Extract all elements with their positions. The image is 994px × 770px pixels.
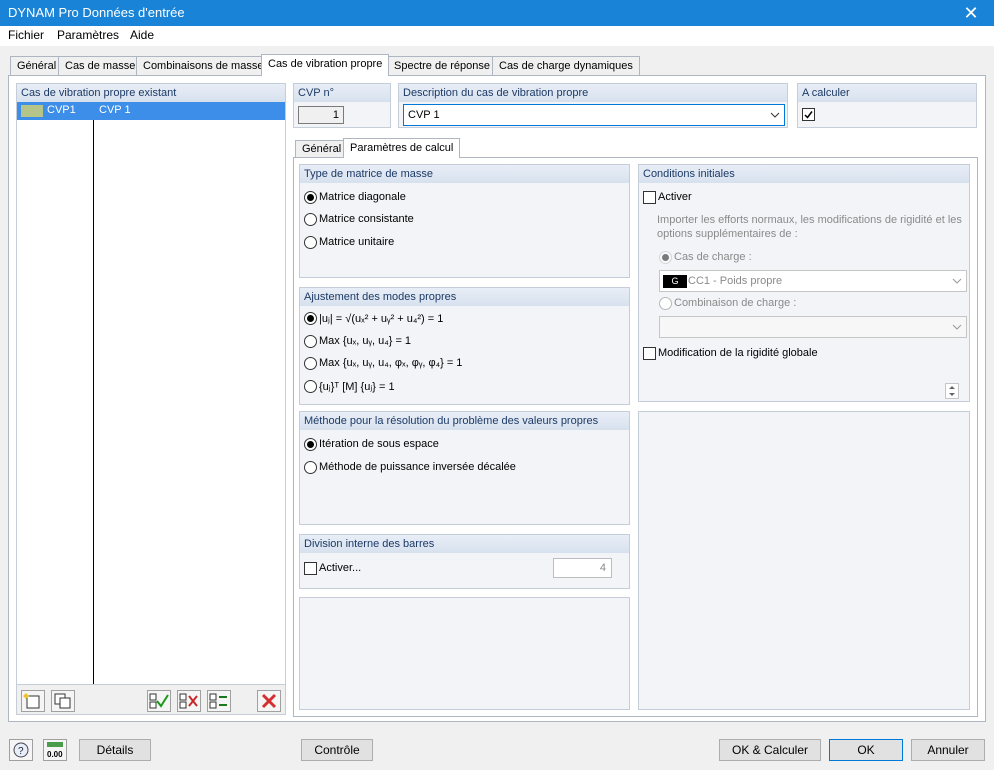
svg-text:?: ? xyxy=(18,746,24,757)
radio-load-case[interactable] xyxy=(659,251,672,264)
load-combo-combo[interactable] xyxy=(659,316,967,338)
tab-combinaisons-de-masse[interactable]: Combinaisons de masse xyxy=(136,56,271,76)
case-color-swatch xyxy=(21,105,43,117)
description-value: CVP 1 xyxy=(408,109,440,121)
load-combo-label: Combinaison de charge : xyxy=(674,297,797,309)
tab-cas-de-vibration-propre[interactable]: Cas de vibration propre xyxy=(261,54,390,76)
rigidity-checkbox[interactable] xyxy=(643,347,656,360)
label-norm-1: |uⱼ| = √(uₓ² + uᵧ² + u₄²) = 1 xyxy=(319,313,444,325)
mode-adjust-title: Ajustement des modes propres xyxy=(300,288,629,306)
description-group: Description du cas de vibration propre C… xyxy=(398,83,788,128)
empty-group-bottom xyxy=(299,597,630,710)
cvp-number-group: CVP n° 1 xyxy=(293,83,391,128)
ok-button[interactable]: OK xyxy=(829,739,903,761)
chevron-down-icon xyxy=(770,112,780,118)
mass-matrix-group: Type de matrice de masse Matrice diagona… xyxy=(299,164,630,278)
radio-load-combo[interactable] xyxy=(659,297,672,310)
radio-matrice-consistante[interactable] xyxy=(304,213,317,226)
initial-conditions-title: Conditions initiales xyxy=(639,165,969,183)
ok-calculer-button[interactable]: OK & Calculer xyxy=(719,739,821,761)
tab-cas-de-masse[interactable]: Cas de masse xyxy=(58,56,143,76)
mass-matrix-title: Type de matrice de masse xyxy=(300,165,629,183)
menu-fichier[interactable]: Fichier xyxy=(8,28,44,42)
a-calculer-label: A calculer xyxy=(798,84,976,102)
import-text: Importer les efforts normaux, les modifi… xyxy=(657,214,962,240)
toggle-check-icon[interactable] xyxy=(207,690,231,712)
label-matrice-diagonale: Matrice diagonale xyxy=(319,191,406,203)
radio-puissance-inversee[interactable] xyxy=(304,461,317,474)
units-icon[interactable]: 0.00 xyxy=(43,739,67,761)
method-group: Méthode pour la résolution du problème d… xyxy=(299,411,630,525)
case-id: CVP1 xyxy=(47,104,76,116)
initial-conditions-group: Conditions initiales Activer Importer le… xyxy=(638,164,970,402)
rigidity-label: Modification de la rigidité globale xyxy=(658,347,818,359)
load-case-label: Cas de charge : xyxy=(674,251,752,263)
division-title: Division interne des barres xyxy=(300,535,629,553)
description-label: Description du cas de vibration propre xyxy=(399,84,787,102)
chevron-down-icon xyxy=(952,324,962,330)
menu-bar: Fichier Paramètres Aide xyxy=(0,26,994,46)
window-title: DYNAM Pro Données d'entrée xyxy=(8,5,185,20)
description-combo[interactable]: CVP 1 xyxy=(403,104,785,126)
radio-max-u-phi[interactable] xyxy=(304,357,317,370)
label-puissance-inversee: Méthode de puissance inversée décalée xyxy=(319,461,516,473)
annuler-button[interactable]: Annuler xyxy=(911,739,985,761)
division-checkbox[interactable] xyxy=(304,562,317,575)
column-divider xyxy=(93,120,94,684)
checkmark-icon xyxy=(804,111,813,119)
mode-adjust-group: Ajustement des modes propres |uⱼ| = √(uₓ… xyxy=(299,287,630,405)
scroll-stepper-icon[interactable] xyxy=(945,383,959,399)
label-mass-norm: {uⱼ}ᵀ [M] {uⱼ} = 1 xyxy=(319,381,395,393)
label-max-u-phi: Max {uₓ, uᵧ, u₄, φₓ, φᵧ, φ₄} = 1 xyxy=(319,357,463,369)
label-iteration-sous-espace: Itération de sous espace xyxy=(319,438,439,450)
division-group: Division interne des barres Activer... 4 xyxy=(299,534,630,589)
radio-mass-norm[interactable] xyxy=(304,380,317,393)
title-bar: DYNAM Pro Données d'entrée ✕ xyxy=(0,0,994,26)
method-title: Méthode pour la résolution du problème d… xyxy=(300,412,629,430)
case-toolbar xyxy=(17,684,285,714)
menu-aide[interactable]: Aide xyxy=(130,28,154,42)
delete-icon[interactable] xyxy=(257,690,281,712)
tab-spectre-de-reponse[interactable]: Spectre de réponse xyxy=(387,56,498,76)
load-case-value: CC1 - Poids propre xyxy=(688,275,783,287)
check-all-icon[interactable] xyxy=(147,690,171,712)
case-row-cvp1[interactable]: CVP1 CVP 1 xyxy=(17,102,285,120)
division-count-field[interactable]: 4 xyxy=(553,558,612,578)
copy-case-icon[interactable] xyxy=(51,690,75,712)
tab-cas-de-charge-dynamiques[interactable]: Cas de charge dynamiques xyxy=(492,56,640,76)
chevron-down-icon xyxy=(952,278,962,284)
help-icon[interactable]: ? xyxy=(9,739,33,761)
close-icon[interactable]: ✕ xyxy=(948,0,994,26)
cvp-number-field[interactable]: 1 xyxy=(298,106,344,124)
radio-norm-1[interactable] xyxy=(304,312,317,325)
a-calculer-group: A calculer xyxy=(797,83,977,128)
menu-parametres[interactable]: Paramètres xyxy=(57,28,119,42)
a-calculer-checkbox[interactable] xyxy=(802,108,815,121)
units-zero-label: 0.00 xyxy=(47,750,63,759)
new-case-icon[interactable] xyxy=(21,690,45,712)
existing-cases-title: Cas de vibration propre existant xyxy=(17,84,285,102)
label-matrice-consistante: Matrice consistante xyxy=(319,213,414,225)
radio-matrice-diagonale[interactable] xyxy=(304,191,317,204)
load-case-badge: G xyxy=(663,275,687,288)
load-case-combo[interactable]: G CC1 - Poids propre xyxy=(659,270,967,292)
label-matrice-unitaire: Matrice unitaire xyxy=(319,236,395,248)
label-max-u: Max {uₓ, uᵧ, u₄} = 1 xyxy=(319,335,412,347)
cvp-number-label: CVP n° xyxy=(294,84,390,102)
radio-iteration-sous-espace[interactable] xyxy=(304,438,317,451)
division-activer-label: Activer... xyxy=(319,562,362,574)
controle-button[interactable]: Contrôle xyxy=(301,739,373,761)
existing-cases-panel: Cas de vibration propre existant CVP1 CV… xyxy=(16,83,286,715)
tab-general[interactable]: Général xyxy=(10,56,64,76)
radio-max-u[interactable] xyxy=(304,335,317,348)
initial-activer-label: Activer xyxy=(658,191,692,203)
details-button[interactable]: Détails xyxy=(79,739,151,761)
case-name: CVP 1 xyxy=(99,104,131,116)
subtab-parametres-de-calcul[interactable]: Paramètres de calcul xyxy=(343,138,461,158)
initial-activer-checkbox[interactable] xyxy=(643,191,656,204)
subtab-general[interactable]: Général xyxy=(295,140,349,158)
radio-matrice-unitaire[interactable] xyxy=(304,236,317,249)
uncheck-all-icon[interactable] xyxy=(177,690,201,712)
empty-group-right xyxy=(638,411,970,710)
